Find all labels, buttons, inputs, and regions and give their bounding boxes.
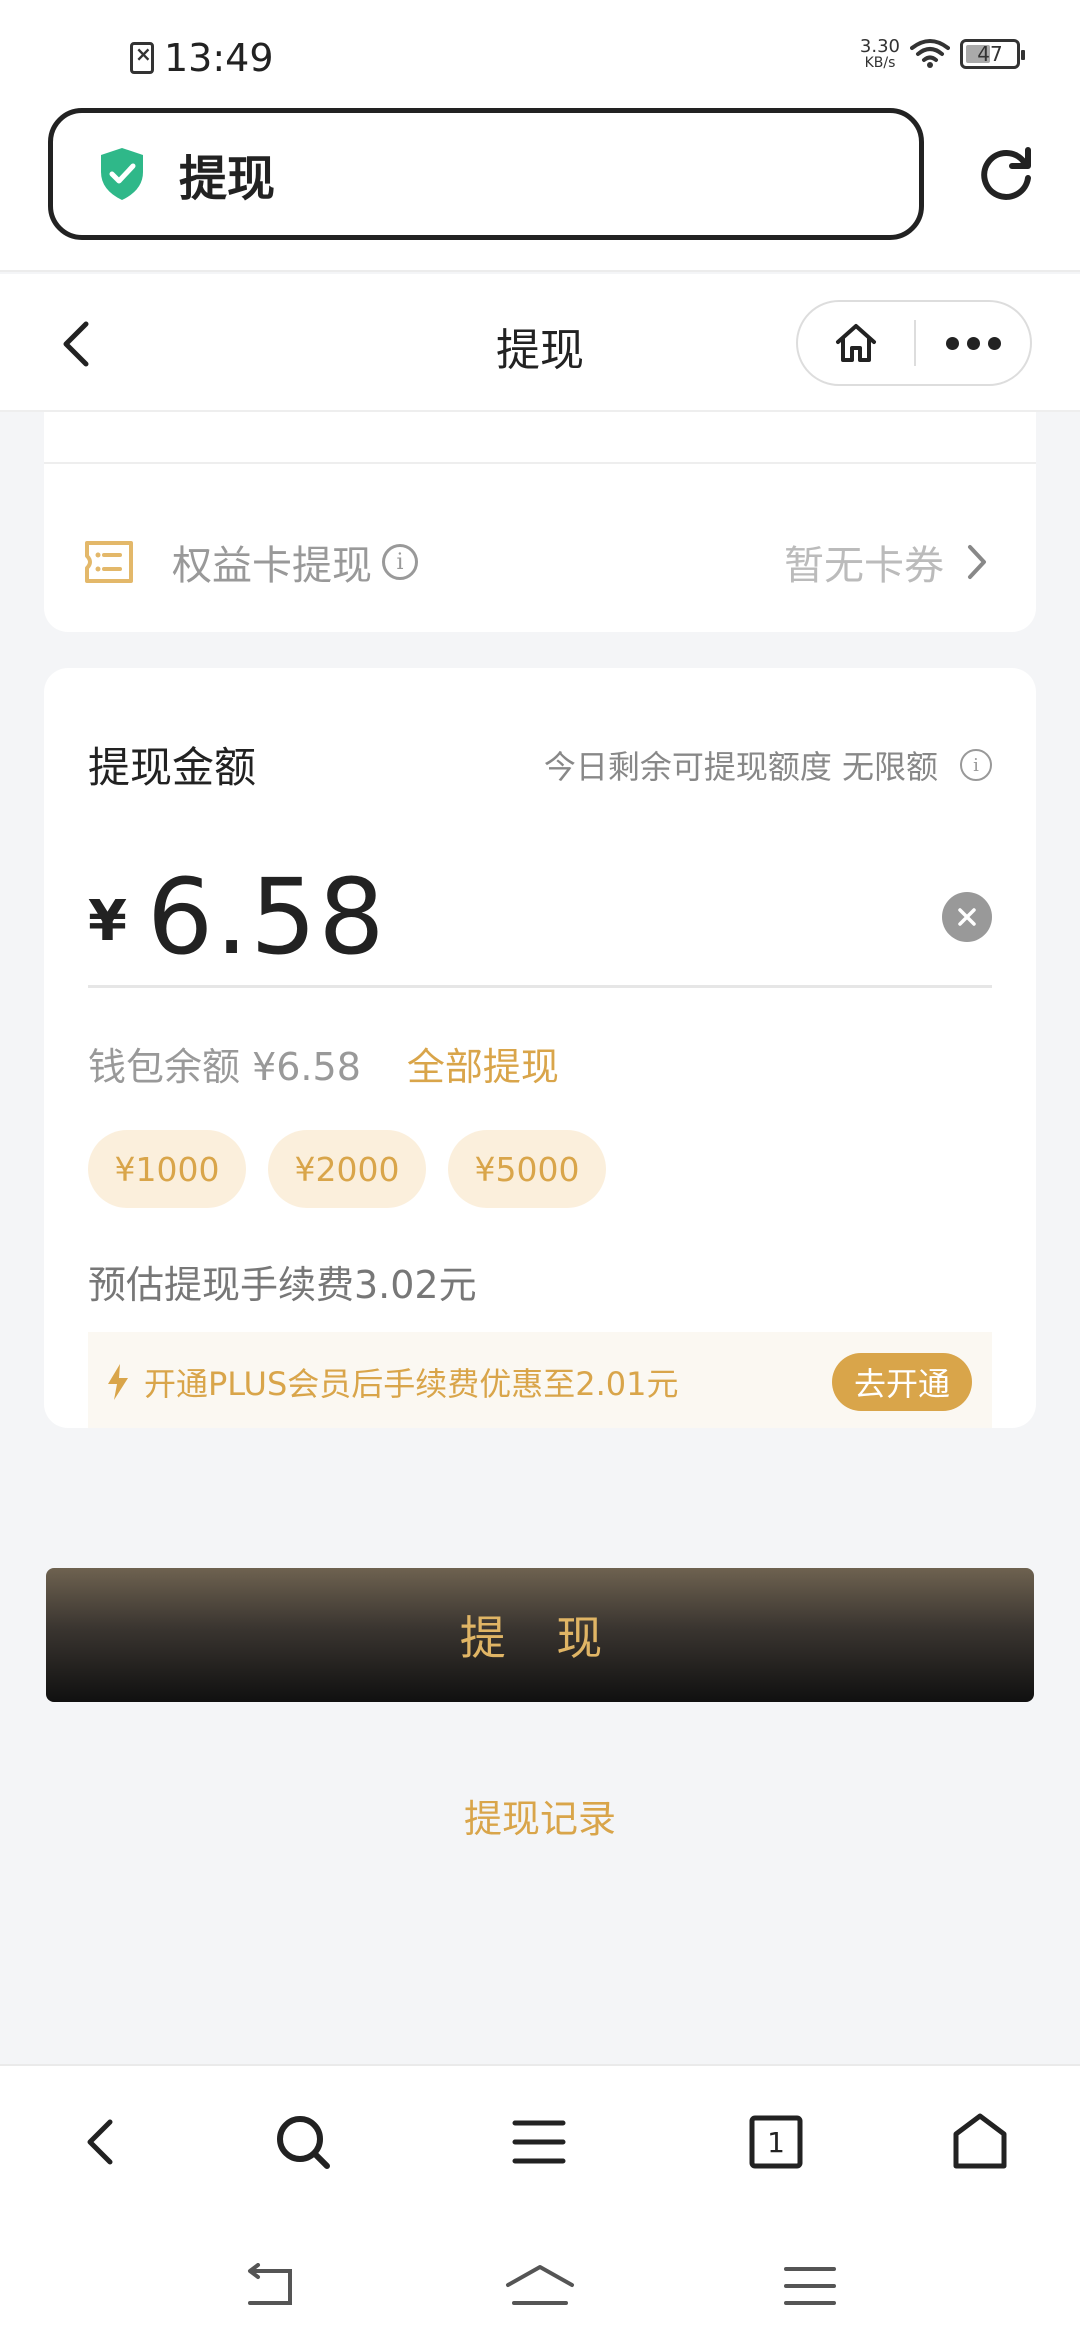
address-bar[interactable]: 提现 xyxy=(48,108,924,240)
wifi-icon xyxy=(910,39,950,68)
info-icon[interactable]: i xyxy=(382,544,418,580)
rights-card-value: 暂无卡券 xyxy=(784,543,944,589)
mini-program-capsule xyxy=(796,300,1032,386)
ticket-icon xyxy=(85,541,133,583)
amount-chip[interactable]: ¥5000 xyxy=(448,1130,606,1208)
rights-card-row[interactable]: 权益卡提现 i 暂无卡券 xyxy=(84,522,988,602)
open-plus-button[interactable]: 去开通 xyxy=(831,1353,972,1411)
fee-estimate: 预估提现手续费3.02元 xyxy=(88,1263,477,1307)
withdraw-button[interactable]: 提 现 xyxy=(46,1568,1034,1702)
amount-input[interactable]: ¥ 6.58 xyxy=(88,848,992,988)
page-header: 提现 xyxy=(0,274,1080,412)
browser-toolbar: 提现 xyxy=(0,100,1080,272)
nav-home-button[interactable] xyxy=(944,2106,1016,2178)
home-icon xyxy=(836,324,876,362)
battery-level: 47 xyxy=(977,42,1003,66)
rights-card-label: 权益卡提现 xyxy=(172,543,372,589)
wallet-balance: 钱包余额 ¥6.58 xyxy=(88,1045,361,1089)
search-icon xyxy=(277,2116,330,2169)
nav-tabs-button[interactable]: 1 xyxy=(740,2106,812,2178)
network-speed: 3.30 KB/s xyxy=(859,36,900,71)
promo-text: 开通PLUS会员后手续费优惠至2.01元 xyxy=(144,1365,679,1403)
system-back-button[interactable] xyxy=(220,2256,320,2316)
tab-count: 1 xyxy=(767,2125,785,2159)
clear-button[interactable] xyxy=(942,891,992,942)
status-bar: 13:49 3.30 KB/s 47 xyxy=(0,0,1080,110)
no-sim-icon xyxy=(130,42,154,74)
withdraw-records-link[interactable]: 提现记录 xyxy=(0,1788,1080,1843)
address-bar-title: 提现 xyxy=(179,151,276,207)
balance-row: 钱包余额 ¥6.58 全部提现 xyxy=(88,1036,559,1091)
system-back-icon xyxy=(248,2263,292,2305)
network-speed-value: 3.30 xyxy=(859,36,900,57)
more-button[interactable] xyxy=(916,336,1030,350)
close-icon xyxy=(958,907,976,926)
browser-bottom-nav: 1 xyxy=(0,2064,1080,2340)
divider xyxy=(44,462,1036,464)
amount-card: 提现金额 今日剩余可提现额度 无限额 i ¥ 6.58 钱包余额 ¥6.58 全… xyxy=(44,668,1036,1428)
clock: 13:49 xyxy=(164,36,274,80)
status-right: 3.30 KB/s 47 xyxy=(859,36,1025,71)
nav-menu-button[interactable] xyxy=(503,2106,575,2178)
currency-symbol: ¥ xyxy=(88,889,127,954)
quota-info: 今日剩余可提现额度 无限额 i xyxy=(544,742,992,788)
amount-value[interactable]: 6.58 xyxy=(147,856,387,978)
system-home-icon xyxy=(506,2265,574,2305)
plus-promo-banner: 开通PLUS会员后手续费优惠至2.01元 去开通 xyxy=(88,1332,992,1428)
menu-icon xyxy=(512,2120,566,2164)
nav-back-button[interactable] xyxy=(64,2106,136,2178)
home-icon xyxy=(953,2113,1007,2169)
system-recents-icon xyxy=(784,2267,836,2305)
status-left: 13:49 xyxy=(130,36,274,80)
system-home-button[interactable] xyxy=(490,2256,590,2316)
amount-chips: ¥1000 ¥2000 ¥5000 xyxy=(88,1130,606,1208)
network-speed-unit: KB/s xyxy=(864,55,896,71)
refresh-icon[interactable] xyxy=(976,144,1036,204)
lightning-icon xyxy=(108,1364,128,1400)
amount-chip[interactable]: ¥2000 xyxy=(268,1130,426,1208)
battery-icon: 47 xyxy=(960,39,1025,69)
quota-info-icon[interactable]: i xyxy=(960,749,992,781)
shield-check-icon xyxy=(101,148,143,200)
rights-card-value-group: 暂无卡券 xyxy=(784,533,988,591)
chevron-right-icon xyxy=(968,545,986,579)
home-button[interactable] xyxy=(798,320,914,366)
more-dots-icon xyxy=(945,336,959,350)
nav-search-button[interactable] xyxy=(267,2106,339,2178)
system-recents-button[interactable] xyxy=(760,2256,860,2316)
withdraw-all-link[interactable]: 全部提现 xyxy=(407,1036,559,1091)
chevron-left-icon xyxy=(87,2119,113,2165)
amount-chip[interactable]: ¥1000 xyxy=(88,1130,246,1208)
rights-card: 权益卡提现 i 暂无卡券 xyxy=(44,412,1036,632)
amount-title: 提现金额 xyxy=(88,743,257,792)
quota-text: 今日剩余可提现额度 无限额 xyxy=(543,748,938,786)
